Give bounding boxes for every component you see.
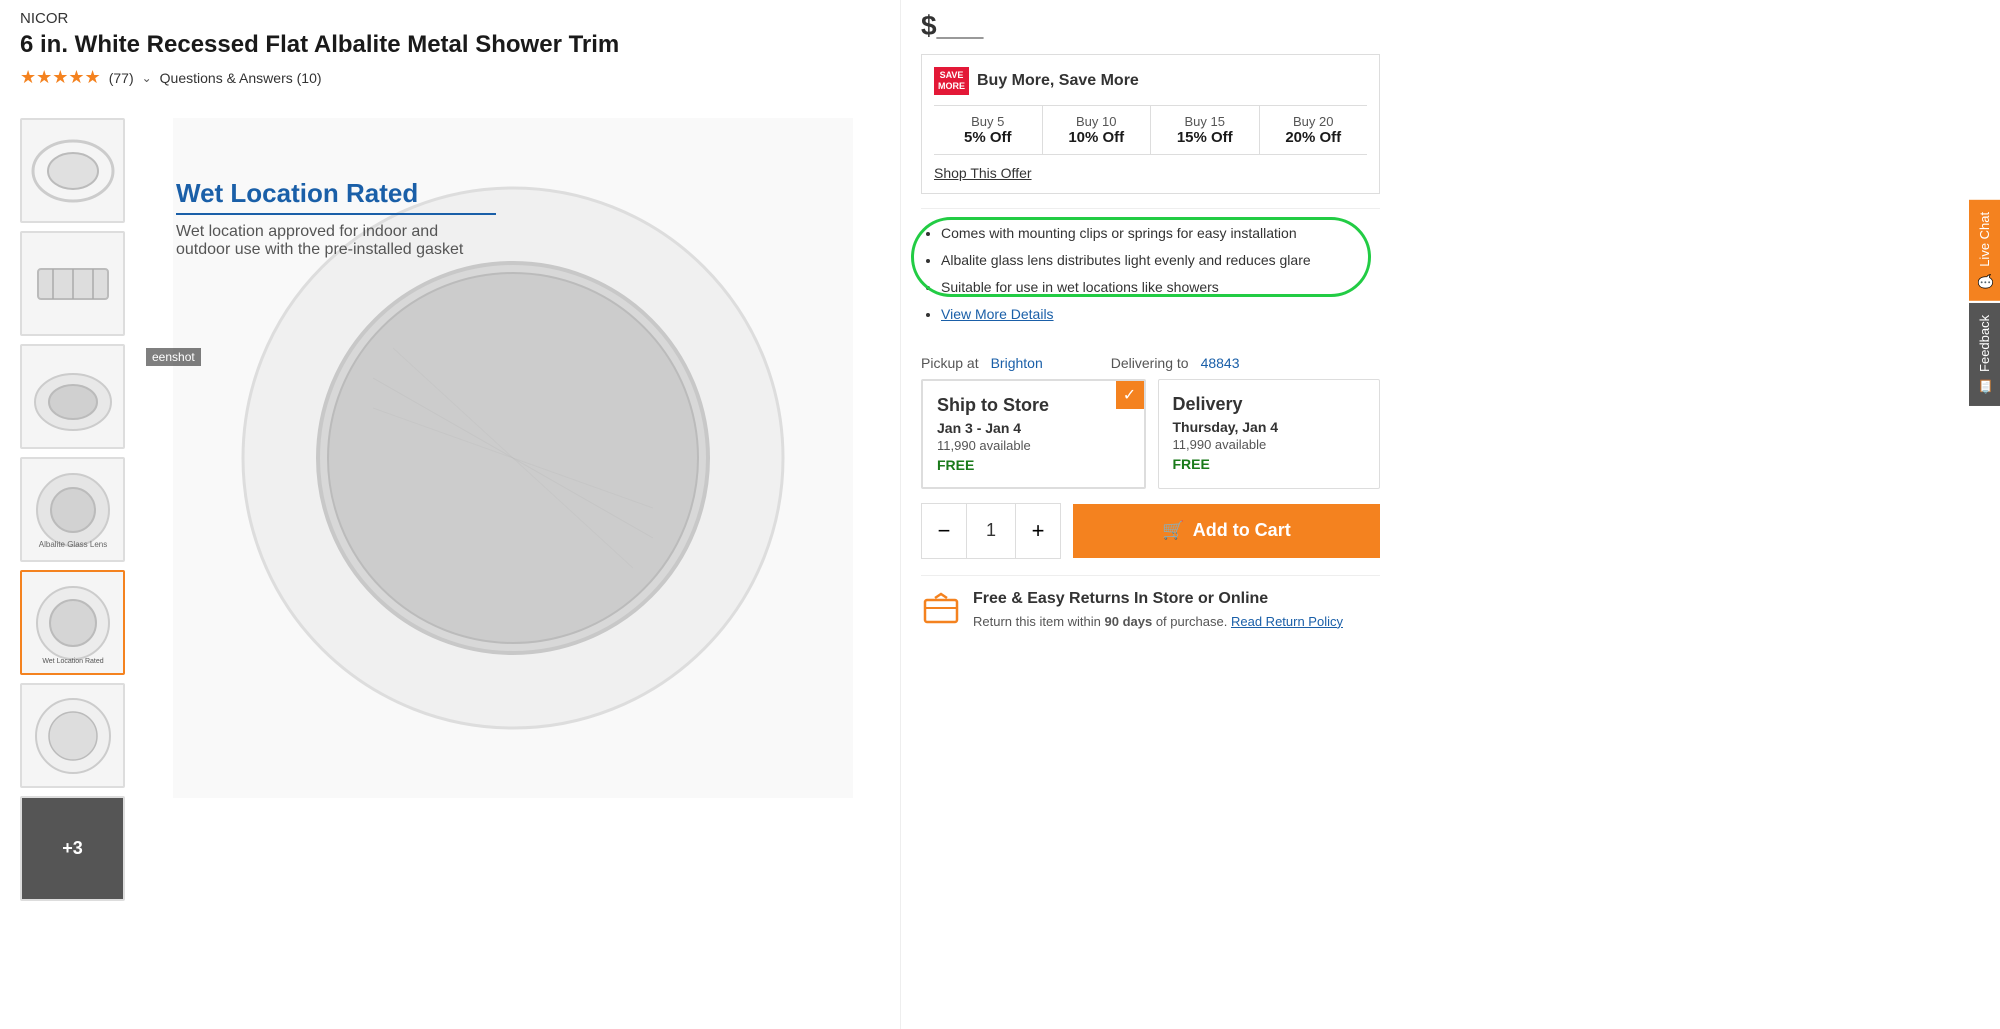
quantity-decrease-button[interactable]: − [922, 504, 966, 558]
bullet-4[interactable]: View More Details [941, 304, 1380, 325]
delivery-card[interactable]: Delivery Thursday, Jan 4 11,990 availabl… [1158, 379, 1381, 489]
delivery-price: FREE [1173, 456, 1366, 472]
tier-3-qty: Buy 15 [1155, 114, 1255, 129]
buy-more-header: SAVEMORE Buy More, Save More [934, 67, 1367, 95]
tier-1-qty: Buy 5 [938, 114, 1038, 129]
buy-tier-3: Buy 15 15% Off [1151, 106, 1260, 154]
view-more-link[interactable]: View More Details [941, 306, 1054, 322]
delivery-zip[interactable]: 48843 [1201, 355, 1240, 371]
returns-title: Free & Easy Returns In Store or Online [973, 590, 1343, 608]
buy-tiers: Buy 5 5% Off Buy 10 10% Off Buy 15 15% O… [934, 105, 1367, 155]
buy-tier-1: Buy 5 5% Off [934, 106, 1043, 154]
bullet-section: Comes with mounting clips or springs for… [921, 208, 1380, 345]
return-policy-link[interactable]: Read Return Policy [1231, 614, 1343, 629]
add-to-cart-button[interactable]: 🛒 Add to Cart [1073, 504, 1380, 558]
price-area: $___ [921, 10, 1380, 42]
feedback-icon: 📋 [1977, 378, 1992, 394]
tier-4-qty: Buy 20 [1264, 114, 1364, 129]
ship-to-store-card[interactable]: ✓ Ship to Store Jan 3 - Jan 4 11,990 ava… [921, 379, 1146, 489]
tier-1-disc: 5% Off [938, 129, 1038, 146]
save-more-icon: SAVEMORE [934, 67, 969, 95]
product-header: NICOR 6 in. White Recessed Flat Albalite… [20, 0, 880, 108]
more-images-label: +3 [62, 838, 83, 859]
tier-3-disc: 15% Off [1155, 129, 1255, 146]
feature-bullets: Comes with mounting clips or springs for… [921, 223, 1380, 325]
feature-description: Wet location approved for indoor and out… [176, 223, 496, 259]
delivery-label: Delivering to [1111, 355, 1189, 371]
returns-text: Free & Easy Returns In Store or Online R… [973, 590, 1343, 632]
shop-offer-link[interactable]: Shop This Offer [934, 165, 1032, 181]
quantity-value: 1 [966, 504, 1016, 558]
chevron-down-icon: ⌄ [142, 71, 152, 85]
svg-text:Wet Location Rated: Wet Location Rated [42, 658, 103, 665]
main-image-area: Wet Location Rated Wet location approved… [146, 118, 880, 901]
ship-to-store-price: FREE [937, 457, 1130, 473]
feature-overlay: Wet Location Rated Wet location approved… [176, 178, 496, 259]
buy-more-title: Buy More, Save More [977, 72, 1139, 90]
price-value: $___ [921, 10, 983, 41]
thumbnail-more[interactable]: +3 [20, 796, 125, 901]
right-panel: $___ SAVEMORE Buy More, Save More Buy 5 … [900, 0, 1400, 1029]
tier-2-qty: Buy 10 [1047, 114, 1147, 129]
returns-icon [921, 590, 961, 637]
pickup-location[interactable]: Brighton [991, 355, 1043, 371]
quantity-increase-button[interactable]: + [1016, 504, 1060, 558]
selected-check-icon: ✓ [1116, 381, 1144, 409]
returns-section: Free & Easy Returns In Store or Online R… [921, 575, 1380, 637]
live-chat-label: Live Chat [1977, 212, 1992, 267]
thumbnail-4[interactable]: Albalite Glass Lens [20, 457, 125, 562]
svg-text:Albalite Glass Lens: Albalite Glass Lens [38, 540, 106, 549]
delivery-avail: 11,990 available [1173, 437, 1366, 452]
returns-description: Return this item within 90 days of purch… [973, 612, 1343, 632]
rating-row: ★★★★★ (77) ⌄ Questions & Answers (10) [20, 67, 880, 88]
thumbnail-5[interactable]: Wet Location Rated [20, 570, 125, 675]
live-chat-tab[interactable]: 💬 Live Chat [1969, 200, 2000, 301]
product-title: 6 in. White Recessed Flat Albalite Metal… [20, 31, 880, 59]
screenshot-label: eenshot [146, 348, 201, 366]
ship-to-store-dates: Jan 3 - Jan 4 [937, 420, 1130, 436]
ship-to-store-title: Ship to Store [937, 395, 1130, 416]
feedback-label: Feedback [1977, 315, 1992, 372]
quantity-control: − 1 + [921, 503, 1061, 559]
star-rating[interactable]: ★★★★★ [20, 67, 101, 88]
bullet-3: Suitable for use in wet locations like s… [941, 277, 1380, 298]
thumbnail-3[interactable] [20, 344, 125, 449]
feature-title: Wet Location Rated [176, 178, 496, 215]
add-to-cart-label: Add to Cart [1193, 520, 1291, 541]
live-chat-icon: 💬 [1977, 273, 1992, 289]
ship-to-store-avail: 11,990 available [937, 438, 1130, 453]
delivery-title: Delivery [1173, 394, 1366, 415]
qa-link[interactable]: Questions & Answers (10) [160, 70, 322, 86]
product-area: Albalite Glass Lens Wet Location Rated [20, 118, 880, 901]
tier-2-disc: 10% Off [1047, 129, 1147, 146]
thumbnail-1[interactable] [20, 118, 125, 223]
thumbnail-6[interactable] [20, 683, 125, 788]
thumbnail-2[interactable] [20, 231, 125, 336]
pickup-label: Pickup at [921, 355, 979, 371]
pickup-delivery: Pickup at Brighton Delivering to 48843 ✓… [921, 355, 1380, 489]
buy-tier-4: Buy 20 20% Off [1260, 106, 1368, 154]
bullet-1: Comes with mounting clips or springs for… [941, 223, 1380, 244]
review-count[interactable]: (77) [109, 70, 134, 86]
cart-icon: 🛒 [1162, 520, 1184, 541]
feedback-tab[interactable]: 📋 Feedback [1969, 303, 2000, 406]
brand-name: NICOR [20, 10, 880, 27]
buy-tier-2: Buy 10 10% Off [1043, 106, 1152, 154]
bullet-2: Albalite glass lens distributes light ev… [941, 250, 1380, 271]
shipping-options: ✓ Ship to Store Jan 3 - Jan 4 11,990 ava… [921, 379, 1380, 489]
delivery-dates: Thursday, Jan 4 [1173, 419, 1366, 435]
add-to-cart-row: − 1 + 🛒 Add to Cart [921, 503, 1380, 559]
tier-4-disc: 20% Off [1264, 129, 1364, 146]
buy-more-box: SAVEMORE Buy More, Save More Buy 5 5% Of… [921, 54, 1380, 194]
live-chat-sidebar: 💬 Live Chat 📋 Feedback [1969, 200, 2000, 406]
pickup-row: Pickup at Brighton Delivering to 48843 [921, 355, 1380, 371]
thumbnail-list: Albalite Glass Lens Wet Location Rated [20, 118, 130, 901]
